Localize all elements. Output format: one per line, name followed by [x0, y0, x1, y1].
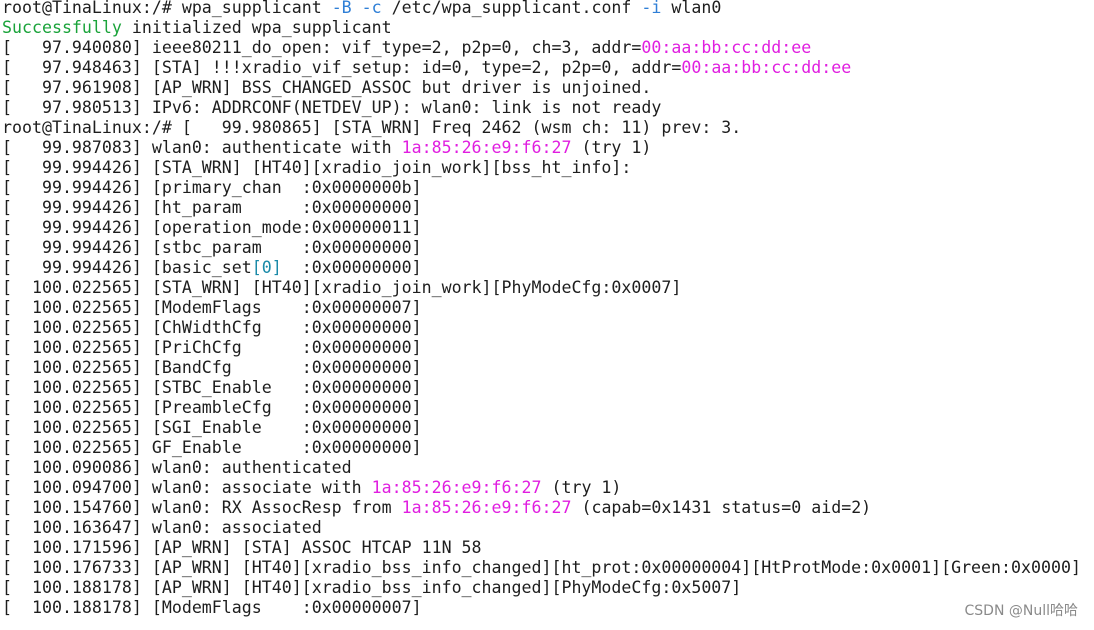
terminal-text: [ 100.163647] wlan0: associated	[2, 518, 322, 537]
terminal-line: [ 97.940080] ieee80211_do_open: vif_type…	[2, 38, 1081, 58]
highlighted-text: 00:aa:bb:cc:dd:ee	[681, 58, 852, 77]
terminal-text: [ 97.948463] [STA] !!!xradio_vif_setup: …	[2, 58, 682, 77]
terminal-line: [ 99.994426] [STA_WRN] [HT40][xradio_joi…	[2, 158, 1081, 178]
terminal-line: [ 99.994426] [operation_mode:0x00000011]	[2, 218, 1081, 238]
terminal-line: [ 97.961908] [AP_WRN] BSS_CHANGED_ASSOC …	[2, 78, 1081, 98]
terminal-text: /etc/wpa_supplicant.conf	[381, 0, 642, 17]
terminal-text: wlan0	[661, 0, 722, 17]
terminal-text: [ 97.940080] ieee80211_do_open: vif_type…	[2, 38, 642, 57]
terminal-text: [ 100.188178] [AP_WRN] [HT40][xradio_bss…	[2, 578, 742, 597]
terminal-text: [ 100.022565] [PreambleCfg :0x00000000]	[2, 398, 422, 417]
terminal-text: [ 99.994426] [stbc_param :0x00000000]	[2, 238, 422, 257]
highlighted-text: -i	[641, 0, 662, 17]
terminal-text: [ 100.022565] [ChWidthCfg :0x00000000]	[2, 318, 422, 337]
terminal-line: [ 100.022565] GF_Enable :0x00000000]	[2, 438, 1081, 458]
terminal-line: root@TinaLinux:/# wpa_supplicant -B -c /…	[2, 0, 1081, 18]
terminal-text: [ 99.994426] [primary_chan :0x0000000b]	[2, 178, 422, 197]
terminal-text: [ 100.022565] [BandCfg :0x00000000]	[2, 358, 422, 377]
terminal-line: [ 100.022565] [STA_WRN] [HT40][xradio_jo…	[2, 278, 1081, 298]
highlighted-text: 1a:85:26:e9:f6:27	[371, 478, 542, 497]
terminal-text: [ 100.022565] [ModemFlags :0x00000007]	[2, 298, 422, 317]
terminal-line: [ 99.994426] [stbc_param :0x00000000]	[2, 238, 1081, 258]
highlighted-text: 00:aa:bb:cc:dd:ee	[641, 38, 812, 57]
terminal-line: [ 99.987083] wlan0: authenticate with 1a…	[2, 138, 1081, 158]
terminal-text: (try 1)	[571, 138, 652, 157]
terminal-text: [ 99.994426] [operation_mode:0x00000011]	[2, 218, 422, 237]
terminal-text: [ 100.154760] wlan0: RX AssocResp from	[2, 498, 402, 517]
terminal-text: root@TinaLinux:/# [ 99.980865] [STA_WRN]…	[2, 118, 742, 137]
terminal-output[interactable]: root@TinaLinux:/# wpa_supplicant -B -c /…	[2, 0, 1081, 618]
terminal-text: [ 100.022565] [STBC_Enable :0x00000000]	[2, 378, 422, 397]
terminal-line: [ 97.948463] [STA] !!!xradio_vif_setup: …	[2, 58, 1081, 78]
terminal-line: [ 100.022565] [BandCfg :0x00000000]	[2, 358, 1081, 378]
terminal-line: [ 100.154760] wlan0: RX AssocResp from 1…	[2, 498, 1081, 518]
terminal-text: [ 100.022565] [STA_WRN] [HT40][xradio_jo…	[2, 278, 682, 297]
terminal-text: [ 100.090086] wlan0: authenticated	[2, 458, 352, 477]
terminal-text: [ 100.094700] wlan0: associate with	[2, 478, 372, 497]
terminal-line: [ 100.022565] [ChWidthCfg :0x00000000]	[2, 318, 1081, 338]
terminal-line: Successfully initialized wpa_supplicant	[2, 18, 1081, 38]
highlighted-text: -c	[361, 0, 382, 17]
terminal-text: [ 99.987083] wlan0: authenticate with	[2, 138, 402, 157]
terminal-line: [ 99.994426] [primary_chan :0x0000000b]	[2, 178, 1081, 198]
terminal-text: [ 100.188178] [ModemFlags :0x00000007]	[2, 598, 422, 617]
terminal-line: [ 100.022565] [PriChCfg :0x00000000]	[2, 338, 1081, 358]
terminal-line: [ 100.188178] [AP_WRN] [HT40][xradio_bss…	[2, 578, 1081, 598]
terminal-text: root@TinaLinux:/# wpa_supplicant	[2, 0, 332, 17]
highlighted-text: 1a:85:26:e9:f6:27	[401, 498, 572, 517]
terminal-text: :0x00000000]	[281, 258, 422, 277]
terminal-line: [ 100.163647] wlan0: associated	[2, 518, 1081, 538]
highlighted-text: 1a:85:26:e9:f6:27	[401, 138, 572, 157]
terminal-line: [ 100.022565] [PreambleCfg :0x00000000]	[2, 398, 1081, 418]
terminal-text: (try 1)	[541, 478, 622, 497]
terminal-text: [ 97.980513] IPv6: ADDRCONF(NETDEV_UP): …	[2, 98, 662, 117]
terminal-text: [ 100.022565] [SGI_Enable :0x00000000]	[2, 418, 422, 437]
terminal-line: [ 100.188178] [ModemFlags :0x00000007]	[2, 598, 1081, 618]
terminal-line: root@TinaLinux:/# [ 99.980865] [STA_WRN]…	[2, 118, 1081, 138]
terminal-text: [ 100.022565] GF_Enable :0x00000000]	[2, 438, 422, 457]
terminal-line: [ 100.022565] [SGI_Enable :0x00000000]	[2, 418, 1081, 438]
terminal-text: (capab=0x1431 status=0 aid=2)	[571, 498, 872, 517]
csdn-watermark: CSDN @Null哈哈	[964, 603, 1079, 619]
terminal-text: [ 99.994426] [basic_set	[2, 258, 252, 277]
terminal-text: [ 100.171596] [AP_WRN] [STA] ASSOC HTCAP…	[2, 538, 482, 557]
terminal-text: initialized wpa_supplicant	[121, 18, 392, 37]
terminal-line: [ 100.022565] [ModemFlags :0x00000007]	[2, 298, 1081, 318]
terminal-text: [ 97.961908] [AP_WRN] BSS_CHANGED_ASSOC …	[2, 78, 652, 97]
terminal-line: [ 100.176733] [AP_WRN] [HT40][xradio_bss…	[2, 558, 1081, 578]
terminal-line: [ 100.171596] [AP_WRN] [STA] ASSOC HTCAP…	[2, 538, 1081, 558]
terminal-text: [ 100.176733] [AP_WRN] [HT40][xradio_bss…	[2, 558, 1081, 577]
highlighted-text: Successfully	[2, 18, 122, 37]
terminal-text: [ 99.994426] [STA_WRN] [HT40][xradio_joi…	[2, 158, 632, 177]
terminal-line: [ 97.980513] IPv6: ADDRCONF(NETDEV_UP): …	[2, 98, 1081, 118]
terminal-line: [ 99.994426] [ht_param :0x00000000]	[2, 198, 1081, 218]
terminal-text: [ 100.022565] [PriChCfg :0x00000000]	[2, 338, 422, 357]
terminal-line: [ 99.994426] [basic_set[0] :0x00000000]	[2, 258, 1081, 278]
highlighted-text: -B	[331, 0, 352, 17]
terminal-text: [ 99.994426] [ht_param :0x00000000]	[2, 198, 422, 217]
terminal-line: [ 100.090086] wlan0: authenticated	[2, 458, 1081, 478]
terminal-line: [ 100.094700] wlan0: associate with 1a:8…	[2, 478, 1081, 498]
highlighted-text: [0]	[251, 258, 282, 277]
terminal-line: [ 100.022565] [STBC_Enable :0x00000000]	[2, 378, 1081, 398]
